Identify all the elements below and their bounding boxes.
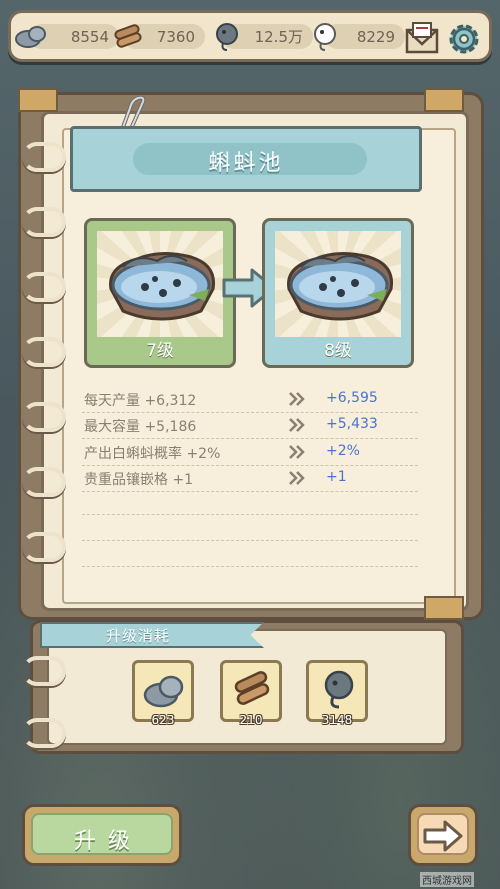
notebook-ring (22, 272, 66, 302)
double-chevron-icon (289, 471, 305, 485)
notebook-ring (22, 402, 66, 432)
cost-title: 升级消耗 (106, 627, 171, 645)
stat-label: 产出白蝌蚪概率 +2% (84, 446, 221, 462)
stat-label: 每天产量 +6,312 (84, 393, 197, 409)
building-title: 蝌蚪池 (208, 151, 284, 176)
cost-item-stone: 623 (132, 660, 194, 727)
pond-image-next (275, 231, 401, 337)
corner-bracket (18, 88, 58, 112)
notebook-ring (22, 532, 66, 562)
notebook-ring (22, 337, 66, 367)
arrow-right-icon[interactable] (423, 819, 463, 853)
stone-icon (15, 26, 46, 48)
cost-value: 3148 (321, 713, 353, 727)
stat-new-value: +5,433 (326, 416, 378, 432)
cost-value: 210 (239, 713, 263, 727)
notebook-ring (22, 467, 66, 497)
stone-icon (143, 675, 184, 708)
tadpole-icon (324, 670, 354, 709)
next-building-button[interactable] (408, 804, 478, 866)
white-tadpole-icon (314, 23, 336, 51)
resource-bar: 8554 7360 12.5万 8229 (8, 10, 492, 62)
cost-item-tadpole: 3148 (306, 660, 368, 727)
double-chevron-icon (289, 418, 305, 432)
notebook-ring (22, 207, 66, 237)
mail-icon[interactable] (403, 20, 441, 58)
tadpole-pond-icon (287, 252, 394, 321)
upgrade-button-label[interactable]: 升级 (25, 823, 179, 855)
double-chevron-icon (289, 392, 305, 406)
stat-new-value: +6,595 (326, 390, 378, 406)
tadpole-count: 12.5万 (254, 28, 303, 46)
wood-icon (234, 671, 270, 705)
stat-row: 贵重品镶嵌格 +1 +1 (84, 469, 414, 491)
notebook-ring (22, 656, 66, 686)
divider (82, 412, 418, 413)
notebook-ring (22, 718, 66, 748)
corner-bracket (424, 596, 464, 620)
stat-label: 最大容量 +5,186 (84, 419, 197, 435)
next-level-card: 8级 (262, 218, 414, 368)
stat-row: 每天产量 +6,312 +6,595 (84, 390, 414, 412)
divider (82, 540, 418, 541)
tadpole-icon (216, 23, 238, 51)
divider (82, 491, 418, 492)
cost-item-wood: 210 (220, 660, 282, 727)
stat-new-value: +2% (326, 443, 360, 459)
wood-icon (114, 24, 142, 48)
pond-image-current (97, 231, 223, 337)
tadpole-pond-icon (109, 252, 216, 321)
watermark: 西城游戏网 (420, 872, 474, 887)
stat-label: 贵重品镶嵌格 +1 (84, 472, 194, 488)
cost-value: 623 (151, 713, 175, 727)
building-title-banner: 蝌蚪池 (70, 126, 422, 192)
current-level-label: 7级 (146, 341, 174, 361)
stat-new-value: +1 (326, 469, 347, 485)
divider (82, 566, 418, 567)
divider (82, 438, 418, 439)
gear-icon[interactable] (445, 20, 483, 58)
current-level-card: 7级 (84, 218, 236, 368)
upgrade-button[interactable]: 升级 (22, 804, 182, 866)
divider (82, 514, 418, 515)
ghost-count: 8229 (356, 27, 395, 46)
stat-row: 最大容量 +5,186 +5,433 (84, 416, 414, 438)
next-level-label: 8级 (324, 341, 352, 361)
divider (82, 465, 418, 466)
double-chevron-icon (289, 445, 305, 459)
corner-bracket (424, 88, 464, 112)
stat-row: 产出白蝌蚪概率 +2% +2% (84, 443, 414, 465)
notebook-ring (22, 142, 66, 172)
stone-count: 8554 (70, 27, 109, 46)
wood-count: 7360 (156, 27, 195, 46)
